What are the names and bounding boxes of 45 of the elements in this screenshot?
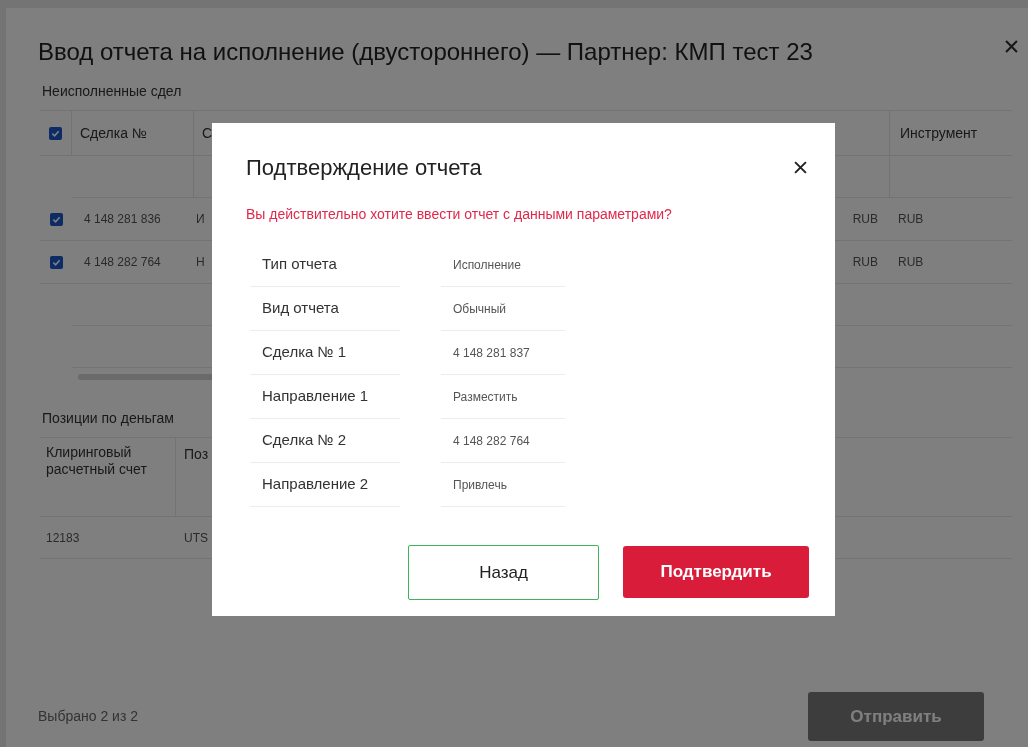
selection-count: Выбрано 2 из 2 [38, 707, 138, 726]
table-cell-text: RUB [852, 254, 878, 271]
param-value: 4 148 282 764 [453, 432, 530, 450]
column-header: Поз [183, 445, 210, 464]
param-value: Разместить [453, 388, 518, 406]
column-header: Инструмент [899, 123, 979, 143]
param-label: Сделка № 2 [262, 430, 347, 451]
table-cell-text: UTS [183, 529, 209, 547]
param-label: Вид отчета [262, 298, 339, 319]
table-cell-text: RUB [897, 211, 925, 228]
param-label: Тип отчета [262, 254, 337, 275]
checkbox[interactable] [49, 212, 63, 226]
param-label: Сделка № 1 [262, 342, 347, 363]
window-title: Ввод отчета на исполнение (двустороннего) — Партнер: КМП тест 23 [38, 38, 814, 65]
table-cell-text: RUB [897, 254, 925, 271]
close-button[interactable] [792, 159, 809, 176]
table-cell-text: RUB [852, 211, 878, 228]
checkmark-icon [51, 214, 61, 224]
column-header: Клиринговый расчетный счет [40, 438, 176, 516]
checkbox[interactable] [49, 126, 62, 140]
param-value: 4 148 281 837 [453, 344, 530, 362]
confirm-button[interactable]: Подтвердить [623, 546, 809, 598]
table-cell-text: 4 148 282 764 [83, 254, 162, 271]
param-value: Исполнение [453, 256, 521, 274]
checkbox[interactable] [49, 255, 63, 269]
back-button[interactable]: Назад [408, 545, 599, 600]
column-header: С [201, 123, 214, 143]
checkmark-icon [51, 257, 61, 267]
table-cell-text: 4 148 281 836 [83, 211, 162, 228]
column-header: Сделка № [72, 111, 194, 155]
dialog-title: Подтверждение отчета [246, 154, 482, 182]
param-value: Привлечь [453, 476, 507, 494]
table-cell-text: 12183 [45, 529, 81, 547]
section-label: Позиции по деньгам [42, 409, 174, 428]
confirm-question: Вы действительно хотите ввести отчет с данными параметрами? [246, 205, 672, 224]
close-icon [1005, 40, 1018, 53]
table-cell-text: И [195, 211, 206, 228]
section-label: Неисполненные сдел [42, 82, 182, 101]
param-value: Обычный [453, 300, 507, 318]
param-label: Направление 2 [262, 474, 369, 495]
checkmark-icon [51, 128, 60, 138]
submit-button[interactable]: Отправить [808, 692, 984, 741]
param-label: Направление 1 [262, 386, 369, 407]
table-cell-text: Н [195, 254, 206, 271]
close-icon [794, 161, 807, 174]
